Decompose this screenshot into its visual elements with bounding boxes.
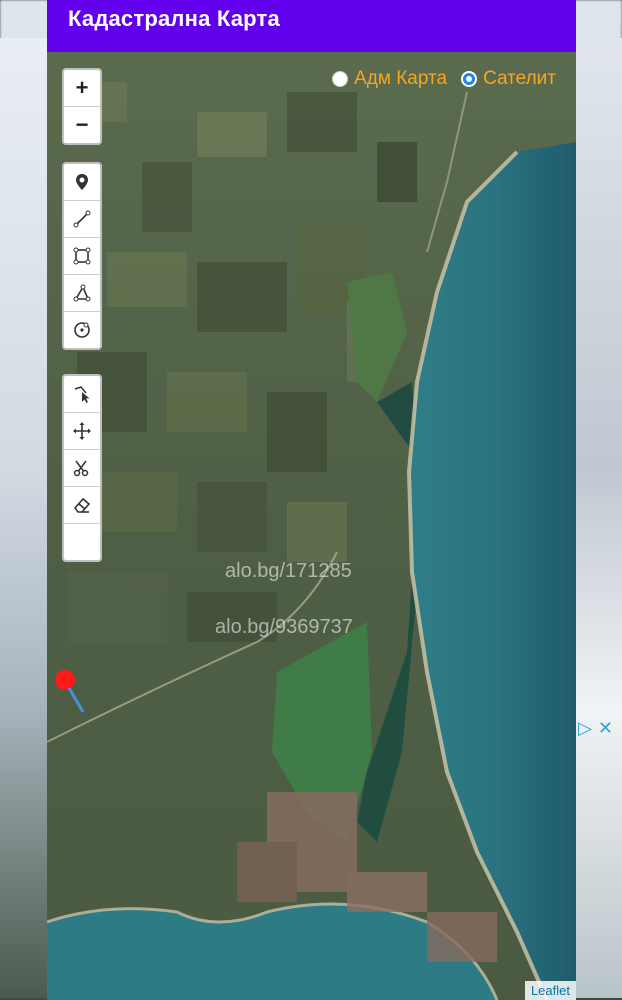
app-header: Кадастрална Карта	[47, 0, 576, 52]
zoom-control: + −	[62, 68, 102, 145]
polygon-icon	[73, 284, 91, 302]
satellite-imagery	[47, 52, 576, 1000]
satellite-radio[interactable]	[461, 71, 478, 87]
background-left-strip	[0, 38, 47, 998]
circle-marker-icon	[74, 322, 90, 338]
watermark-1: alo.bg/171285	[225, 560, 352, 582]
leaflet-attribution[interactable]: Leaflet	[524, 981, 576, 1000]
adm-map-radio[interactable]	[332, 71, 349, 87]
ad-play-icon: ▷	[578, 718, 592, 738]
eraser-icon	[73, 497, 91, 513]
watermark-2: alo.bg/9369737	[215, 616, 353, 638]
background-right-strip	[575, 38, 622, 998]
zoom-in-button[interactable]: +	[64, 70, 100, 107]
cut-layer-button[interactable]	[64, 450, 100, 487]
rectangle-icon	[73, 247, 91, 265]
drag-move-button[interactable]	[64, 413, 100, 450]
draw-toolbar	[62, 162, 102, 350]
polygon-tool-button[interactable]	[64, 275, 100, 312]
ad-close-icon: ✕	[597, 718, 613, 738]
satellite-label[interactable]: Сателит	[483, 68, 556, 90]
cursor-edit-icon	[74, 386, 90, 403]
cut-icon	[73, 460, 89, 477]
polyline-tool-button[interactable]	[64, 201, 100, 238]
background-ad-controls: ▷ ✕	[578, 718, 618, 740]
edit-vertices-button[interactable]	[64, 376, 100, 413]
zoom-out-button[interactable]: −	[64, 107, 100, 143]
adm-map-label[interactable]: Адм Карта	[354, 68, 447, 90]
rectangle-tool-button[interactable]	[64, 238, 100, 275]
circle-marker-tool-button[interactable]	[64, 312, 100, 348]
empty-tool-slot[interactable]	[64, 524, 100, 560]
move-icon	[73, 422, 91, 440]
marker-icon	[76, 174, 88, 190]
map-view[interactable]: alo.bg/171285 alo.bg/9369737 Адм Карта С…	[47, 52, 576, 1000]
layer-switch: Адм Карта Сателит	[332, 68, 564, 90]
app-title: Кадастрална Карта	[68, 6, 280, 31]
marker-tool-button[interactable]	[64, 164, 100, 201]
polyline-icon	[73, 210, 91, 228]
edit-toolbar	[62, 374, 102, 562]
remove-layer-button[interactable]	[64, 487, 100, 524]
